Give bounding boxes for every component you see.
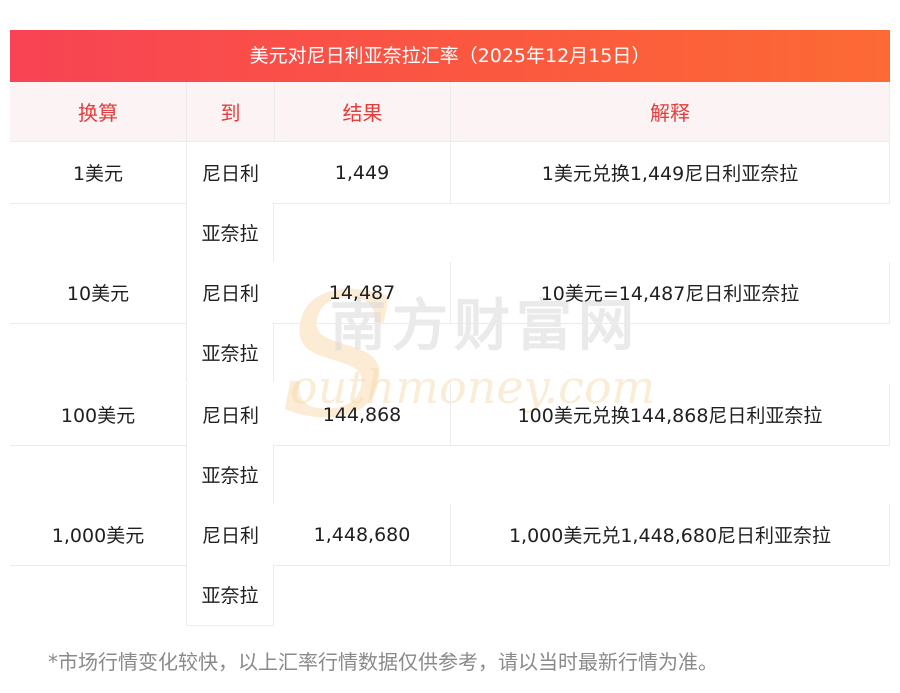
row-1-explain: 1美元兑换1,449尼日利亚奈拉 [450,142,890,204]
row-1-amount: 1美元 [10,142,186,204]
footnote: *市场行情变化较快，以上汇率行情数据仅供参考，请以当时最新行情为准。 [48,650,718,674]
row-4-explain: 1,000美元兑1,448,680尼日利亚奈拉 [450,504,890,566]
header-result: 结果 [274,82,450,142]
row-3-result: 144,868 [274,384,450,446]
header-explain: 解释 [450,82,890,142]
row-1-to-line2: 亚奈拉 [186,202,274,262]
header-convert: 换算 [10,82,186,142]
row-2-result: 14,487 [274,262,450,324]
row-2-to-line2: 亚奈拉 [186,322,274,382]
row-4-to-line2: 亚奈拉 [186,564,274,626]
row-4-to-line1: 尼日利 [186,504,274,564]
table-title: 美元对尼日利亚奈拉汇率（2025年12月15日） [10,30,890,82]
row-4-amount: 1,000美元 [10,504,186,566]
row-2-explain: 10美元=14,487尼日利亚奈拉 [450,262,890,324]
row-4-result: 1,448,680 [274,504,450,566]
row-2-to-line1: 尼日利 [186,262,274,322]
row-3-amount: 100美元 [10,384,186,446]
row-3-to-line1: 尼日利 [186,384,274,444]
row-1-to-line1: 尼日利 [186,142,274,202]
row-3-to-line2: 亚奈拉 [186,444,274,504]
header-to: 到 [186,82,274,142]
row-2-amount: 10美元 [10,262,186,324]
row-3-explain: 100美元兑换144,868尼日利亚奈拉 [450,384,890,446]
row-1-result: 1,449 [274,142,450,204]
